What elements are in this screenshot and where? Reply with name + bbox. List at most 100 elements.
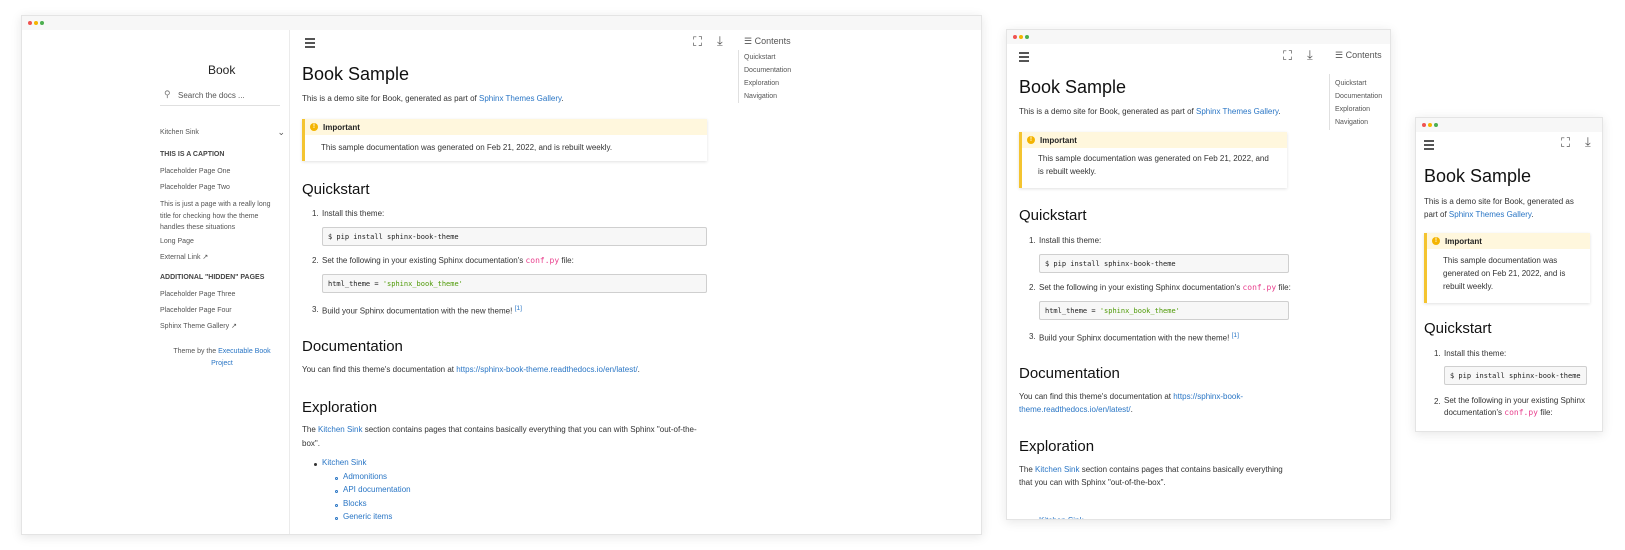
menu-toggle-icon[interactable]	[1424, 140, 1434, 152]
menu-toggle-icon[interactable]	[1019, 52, 1029, 64]
sidebar-item-placeholder-two[interactable]: Placeholder Page Two	[160, 184, 230, 191]
search-input[interactable]: Search the docs ...	[178, 91, 245, 100]
inline-code: conf.py	[1504, 408, 1538, 417]
code-block-install[interactable]: $ pip install sphinx-book-theme	[322, 227, 707, 246]
exclamation-icon: !	[1027, 136, 1035, 144]
themes-gallery-link[interactable]: Sphinx Themes Gallery	[1196, 107, 1278, 116]
doc-text: You can find this theme's documentation …	[302, 365, 454, 374]
sidebar-item-label: Sphinx Theme Gallery	[160, 323, 230, 330]
step-text: file:	[1278, 283, 1291, 292]
code-block-config[interactable]: html_theme = 'sphinx_book_theme'	[322, 274, 707, 293]
toc-divider	[738, 50, 739, 103]
code-block-install[interactable]: $ pip install sphinx-book-theme	[1444, 366, 1587, 385]
step-text: Build your Sphinx documentation with the…	[1039, 333, 1230, 343]
toc-item-exploration[interactable]: Exploration	[1335, 106, 1370, 113]
fullscreen-icon[interactable]: ⛶	[693, 34, 702, 50]
list-bullet	[335, 504, 338, 507]
documentation-paragraph: You can find this theme's documentation …	[302, 365, 640, 374]
step-number: 2.	[1434, 397, 1441, 406]
list-item-api-docs[interactable]: API documentation	[343, 485, 411, 494]
step-number: 1.	[312, 209, 319, 218]
docs-url-link[interactable]: theme.readthedocs.io/en/latest/	[1019, 405, 1131, 414]
close-dot	[1013, 35, 1017, 39]
admonition-title: ! Important	[1427, 233, 1590, 249]
toc-item-navigation[interactable]: Navigation	[744, 93, 777, 100]
tablet-window: ⛶ ⤓ ☰ Contents Quickstart Documentation …	[1006, 29, 1391, 520]
list-item-kitchen-sink[interactable]: Kitchen Sink	[1039, 516, 1083, 519]
long-title-line: This is just a page with a really long	[160, 201, 271, 208]
step-number: 2.	[1029, 283, 1036, 292]
list-item-kitchen-sink[interactable]: Kitchen Sink	[322, 458, 366, 467]
kitchen-sink-link[interactable]: Kitchen Sink	[1035, 465, 1079, 474]
list-item-generic[interactable]: Generic items	[343, 512, 392, 521]
list-item-blocks[interactable]: Blocks	[343, 499, 367, 508]
fullscreen-icon[interactable]: ⛶	[1283, 48, 1292, 64]
toc-item-navigation[interactable]: Navigation	[1335, 119, 1368, 126]
code-text: $ pip install sphinx-book-theme	[1450, 372, 1581, 380]
expl-text: The	[302, 425, 316, 434]
documentation-paragraph: You can find this theme's documentation …	[1019, 392, 1244, 414]
themes-gallery-link[interactable]: Sphinx Themes Gallery	[1449, 210, 1531, 219]
minimize-dot	[1019, 35, 1023, 39]
search-icon: ⚲	[164, 89, 171, 99]
site-title[interactable]: Book	[208, 63, 235, 77]
admonition-title-text: Important	[323, 122, 360, 132]
code-block-config[interactable]: html_theme = 'sphinx_book_theme'	[1039, 301, 1289, 320]
step-1: Install this theme:	[1444, 349, 1507, 358]
sidebar-item-placeholder-three[interactable]: Placeholder Page Three	[160, 291, 235, 298]
heading-quickstart: Quickstart	[1019, 207, 1087, 224]
footnote-ref-link[interactable]: [1]	[515, 305, 522, 312]
docs-url-link[interactable]: https://sphinx-book-theme.readthedocs.io…	[456, 365, 637, 374]
footnote-ref-link[interactable]: [1]	[1232, 332, 1239, 339]
desktop-window: Book ⚲ Search the docs ... Kitchen Sink …	[21, 15, 982, 535]
footer-link[interactable]: Project	[211, 360, 233, 367]
step-text: file:	[561, 256, 574, 265]
window-titlebar	[1416, 118, 1602, 132]
exploration-paragraph: The Kitchen Sink section contains pages …	[302, 423, 702, 451]
fullscreen-icon[interactable]: ⛶	[1561, 135, 1570, 151]
important-admonition: ! Important This sample documentation wa…	[1019, 132, 1287, 188]
admonition-line: This sample documentation was	[1443, 256, 1558, 265]
themes-gallery-link[interactable]: Sphinx Themes Gallery	[479, 94, 561, 103]
expl-text: that you can with Sphinx "out-of-the-box…	[1019, 478, 1166, 487]
download-icon[interactable]: ⤓	[717, 33, 723, 49]
expl-text: section contains pages that contains bas…	[1081, 465, 1283, 474]
chevron-down-icon[interactable]: ⌄	[277, 127, 285, 138]
admonition-line: This sample documentation was generated …	[1038, 154, 1269, 163]
sidebar-item-long-title[interactable]: This is just a page with a really long t…	[160, 199, 271, 234]
docs-url-link[interactable]: https://sphinx-book-	[1173, 392, 1243, 401]
menu-toggle-icon[interactable]	[305, 38, 315, 50]
kitchen-sink-link[interactable]: Kitchen Sink	[318, 425, 362, 434]
sidebar-item-theme-gallery[interactable]: Sphinx Theme Gallery ↗	[160, 322, 237, 330]
admonition-title: ! Important	[1022, 132, 1287, 148]
inline-code: conf.py	[1242, 283, 1277, 292]
step-text: Build your Sphinx documentation with the…	[322, 306, 513, 316]
heading-exploration: Exploration	[302, 399, 378, 416]
download-icon[interactable]: ⤓	[1585, 134, 1591, 150]
footer-link[interactable]: Executable Book	[218, 348, 271, 355]
search-box[interactable]: ⚲ Search the docs ...	[160, 88, 280, 106]
sidebar-item-placeholder-one[interactable]: Placeholder Page One	[160, 168, 230, 175]
external-link-icon: ↗	[231, 323, 237, 330]
toc-item-documentation[interactable]: Documentation	[744, 67, 791, 74]
download-icon[interactable]: ⤓	[1307, 47, 1313, 63]
code-block-install[interactable]: $ pip install sphinx-book-theme	[1039, 254, 1289, 273]
sidebar-item-placeholder-four[interactable]: Placeholder Page Four	[160, 307, 232, 314]
external-link-icon: ↗	[202, 254, 209, 261]
sidebar-item-long-page[interactable]: Long Page	[160, 238, 194, 245]
step-text: documentation's	[1444, 408, 1503, 417]
step-text: Set the following in your existing Sphin…	[1444, 396, 1585, 405]
minimize-dot	[1428, 123, 1432, 127]
toc-item-quickstart[interactable]: Quickstart	[744, 54, 776, 61]
list-item-admonitions[interactable]: Admonitions	[343, 472, 387, 481]
toc-header: ☰ Contents	[1335, 50, 1382, 61]
sidebar-item-kitchen-sink[interactable]: Kitchen Sink ⌄	[160, 127, 285, 138]
long-title-line: handles these situations	[160, 224, 236, 231]
toc-item-quickstart[interactable]: Quickstart	[1335, 80, 1367, 87]
toc-item-documentation[interactable]: Documentation	[1335, 93, 1382, 100]
sidebar-item-external-link[interactable]: External Link ↗	[160, 253, 208, 261]
exclamation-icon: !	[1432, 237, 1440, 245]
step-number: 1.	[1029, 236, 1036, 245]
code-string: 'sphinx_book_theme'	[1099, 307, 1180, 315]
toc-item-exploration[interactable]: Exploration	[744, 80, 779, 87]
